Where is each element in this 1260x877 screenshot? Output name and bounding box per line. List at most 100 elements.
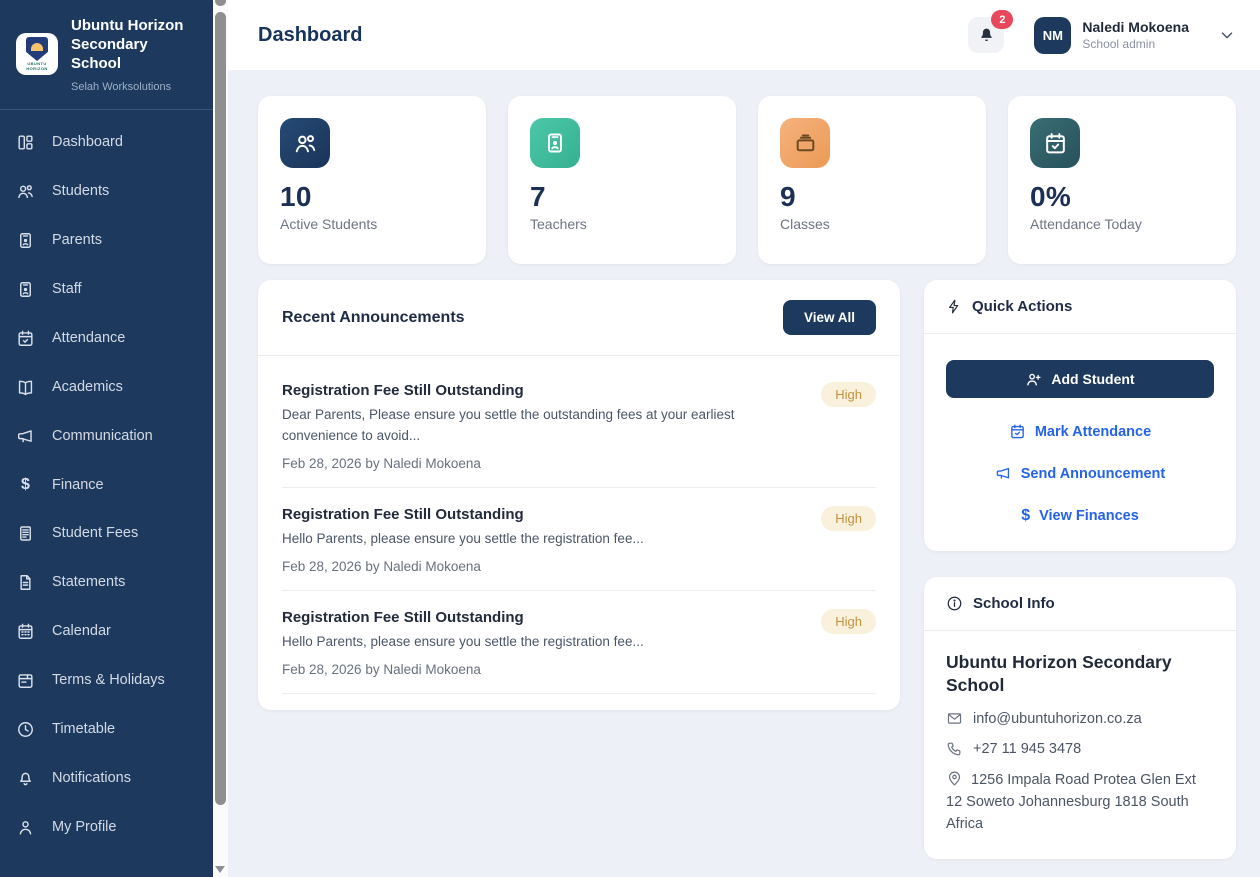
- school-info-name: Ubuntu Horizon Secondary School: [946, 651, 1214, 697]
- stat-card-attendance: 0% Attendance Today: [1008, 96, 1236, 264]
- sidebar-scrollbar[interactable]: [213, 0, 228, 877]
- stat-card-active-students: 10 Active Students: [258, 96, 486, 264]
- announcement-body: Dear Parents, Please ensure you settle t…: [282, 405, 805, 447]
- view-finances-link[interactable]: $ View Finances: [946, 507, 1214, 525]
- statements-icon: [16, 573, 35, 592]
- sidebar-item-student-fees[interactable]: Student Fees: [0, 509, 213, 558]
- shield-icon: [26, 37, 48, 61]
- sidebar-item-finance[interactable]: $ Finance: [0, 461, 213, 509]
- sidebar-item-communication[interactable]: Communication: [0, 412, 213, 461]
- classes-icon: [780, 118, 830, 168]
- sidebar-nav: Dashboard Students Parents Staff Attenda…: [0, 110, 213, 852]
- calendar-check-icon: [1009, 423, 1026, 440]
- sidebar-item-attendance[interactable]: Attendance: [0, 314, 213, 363]
- sidebar-org-name: Selah Worksolutions: [71, 81, 199, 93]
- phone-icon: [946, 740, 963, 757]
- announcement-item[interactable]: Registration Fee Still Outstanding Dear …: [282, 364, 876, 488]
- sidebar-item-statements[interactable]: Statements: [0, 558, 213, 607]
- announcement-item[interactable]: Registration Fee Still Outstanding Hello…: [282, 488, 876, 591]
- parents-icon: [16, 231, 35, 250]
- dashboard-content: 10 Active Students 7 Teachers 9 Classes: [228, 70, 1260, 877]
- calendar-icon: [16, 622, 35, 641]
- add-student-button[interactable]: Add Student: [946, 360, 1214, 398]
- map-pin-icon: [946, 770, 963, 787]
- scrollbar-down-arrow-icon[interactable]: [215, 866, 225, 873]
- chevron-down-icon[interactable]: [1218, 26, 1236, 44]
- sidebar-item-label: Notifications: [52, 770, 131, 786]
- stats-row: 10 Active Students 7 Teachers 9 Classes: [258, 96, 1236, 264]
- quick-actions-title: Quick Actions: [972, 298, 1072, 315]
- stat-card-teachers: 7 Teachers: [508, 96, 736, 264]
- lightning-icon: [946, 298, 962, 315]
- notifications-button[interactable]: 2: [968, 17, 1004, 53]
- mark-attendance-link[interactable]: Mark Attendance: [946, 423, 1214, 440]
- stat-value: 9: [780, 181, 964, 213]
- notification-count-badge: 2: [991, 10, 1013, 29]
- school-address: 1256 Impala Road Protea Glen Ext 12 Sowe…: [946, 772, 1196, 832]
- sidebar-item-label: Statements: [52, 574, 125, 590]
- user-plus-icon: [1025, 371, 1042, 388]
- page-title: Dashboard: [258, 24, 362, 47]
- sidebar-item-staff[interactable]: Staff: [0, 265, 213, 314]
- students-icon: [16, 182, 35, 201]
- student-fees-icon: [16, 524, 35, 543]
- view-all-button[interactable]: View All: [783, 300, 876, 335]
- sidebar-school-name: Ubuntu Horizon Secondary School: [71, 16, 199, 74]
- envelope-icon: [946, 710, 963, 727]
- bell-icon: [978, 26, 995, 44]
- sidebar-item-label: Students: [52, 183, 109, 199]
- announcement-title: Registration Fee Still Outstanding: [282, 609, 805, 626]
- sidebar-item-students[interactable]: Students: [0, 167, 213, 216]
- sidebar-item-label: Attendance: [52, 330, 125, 346]
- timetable-icon: [16, 720, 35, 739]
- logo-text: UBUNTU HORIZON: [16, 62, 58, 72]
- user-name: Naledi Mokoena: [1082, 19, 1189, 37]
- terms-holidays-icon: [16, 671, 35, 690]
- my-profile-icon: [16, 818, 35, 837]
- sidebar-item-dashboard[interactable]: Dashboard: [0, 118, 213, 167]
- sidebar-item-calendar[interactable]: Calendar: [0, 607, 213, 656]
- megaphone-icon: [995, 465, 1012, 482]
- priority-badge: High: [821, 382, 876, 407]
- dashboard-icon: [16, 133, 35, 152]
- stat-label: Attendance Today: [1030, 216, 1214, 232]
- school-email-row: info@ubuntuhorizon.co.za: [946, 710, 1214, 727]
- announcement-item[interactable]: Registration Fee Still Outstanding Hello…: [282, 591, 876, 694]
- announcement-title: Registration Fee Still Outstanding: [282, 506, 805, 523]
- sidebar-item-timetable[interactable]: Timetable: [0, 705, 213, 754]
- scrollbar-thumb[interactable]: [215, 12, 226, 805]
- sidebar-item-academics[interactable]: Academics: [0, 363, 213, 412]
- sidebar-item-label: Timetable: [52, 721, 115, 737]
- announcement-body: Hello Parents, please ensure you settle …: [282, 632, 805, 653]
- sidebar-item-parents[interactable]: Parents: [0, 216, 213, 265]
- send-announcement-link[interactable]: Send Announcement: [946, 465, 1214, 482]
- priority-badge: High: [821, 506, 876, 531]
- calendar-check-icon: [1030, 118, 1080, 168]
- sidebar: UBUNTU HORIZON Ubuntu Horizon Secondary …: [0, 0, 213, 877]
- announcement-title: Registration Fee Still Outstanding: [282, 382, 805, 399]
- school-logo: UBUNTU HORIZON: [16, 33, 58, 75]
- sidebar-item-my-profile[interactable]: My Profile: [0, 803, 213, 852]
- sidebar-item-label: Student Fees: [52, 525, 138, 541]
- announcements-title: Recent Announcements: [282, 309, 465, 327]
- sidebar-item-label: Terms & Holidays: [52, 672, 165, 688]
- attendance-icon: [16, 329, 35, 348]
- school-info-title: School Info: [973, 595, 1055, 612]
- scrollbar-up-stub[interactable]: [215, 0, 226, 6]
- stat-label: Classes: [780, 216, 964, 232]
- sidebar-item-label: Finance: [52, 477, 104, 493]
- notifications-icon: [16, 769, 35, 788]
- user-menu[interactable]: NM Naledi Mokoena School admin: [1034, 17, 1236, 54]
- sidebar-item-label: Staff: [52, 281, 82, 297]
- stat-label: Active Students: [280, 216, 464, 232]
- topbar: Dashboard 2 NM Naledi Mokoena School adm…: [228, 0, 1260, 70]
- sidebar-item-notifications[interactable]: Notifications: [0, 754, 213, 803]
- sidebar-item-label: My Profile: [52, 819, 116, 835]
- stat-card-classes: 9 Classes: [758, 96, 986, 264]
- sidebar-item-terms-holidays[interactable]: Terms & Holidays: [0, 656, 213, 705]
- announcement-meta: Feb 28, 2026 by Naledi Mokoena: [282, 559, 805, 574]
- sidebar-header: UBUNTU HORIZON Ubuntu Horizon Secondary …: [0, 0, 213, 110]
- info-icon: [946, 595, 963, 612]
- announcement-meta: Feb 28, 2026 by Naledi Mokoena: [282, 456, 805, 471]
- announcement-meta: Feb 28, 2026 by Naledi Mokoena: [282, 662, 805, 677]
